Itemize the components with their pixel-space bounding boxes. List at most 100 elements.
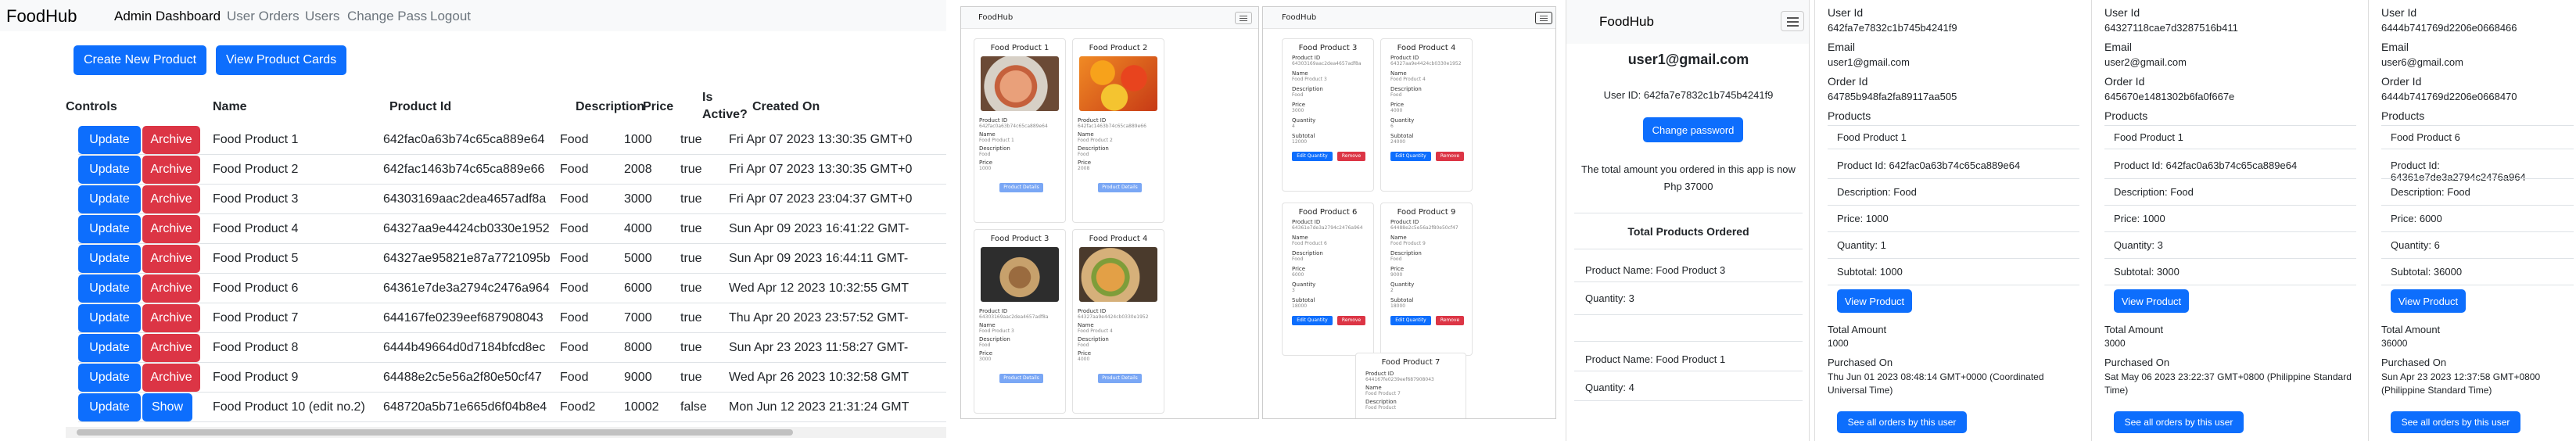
update-button[interactable]: Update (78, 245, 141, 273)
brand-logo[interactable]: FoodHub (6, 6, 77, 27)
desc-value: Food (1390, 92, 1402, 98)
brand-logo[interactable]: FoodHub (978, 13, 1013, 22)
edit-quantity-button[interactable]: Edit Quantity (1390, 152, 1431, 161)
product-cards-panel: FoodHub Food Product 1 Product ID 642fac0a… (960, 6, 1259, 419)
nav-logout[interactable]: Logout (430, 9, 471, 24)
price-value: 3000 (979, 357, 992, 362)
update-button[interactable]: Update (78, 274, 141, 303)
price-label: Price (1390, 102, 1405, 108)
name-label: Name (1390, 70, 1407, 77)
brand-logo[interactable]: FoodHub (1282, 13, 1316, 22)
quantity-text: Quantity: 1 (1837, 239, 1886, 251)
purchased-on-value: Sun Apr 23 2023 12:37:58 GMT+0800 (Phili… (2381, 371, 2541, 396)
brand-logo[interactable]: FoodHub (1599, 14, 1654, 30)
remove-button[interactable]: Remove (1436, 152, 1464, 161)
menu-toggle-icon[interactable] (1781, 11, 1804, 31)
update-button[interactable]: Update (78, 156, 141, 184)
update-button[interactable]: Update (78, 364, 141, 392)
total-amount-label: Total Amount (2381, 324, 2441, 335)
nav-change-pass[interactable]: Change Pass (347, 9, 427, 24)
card-title: Food Product 3 (1298, 44, 1358, 52)
update-button[interactable]: Update (78, 393, 141, 421)
product-image (1079, 56, 1157, 111)
menu-toggle-icon[interactable] (1235, 12, 1252, 24)
archive-button[interactable]: Archive (142, 215, 200, 243)
edit-quantity-button[interactable]: Edit Quantity (1292, 316, 1333, 325)
qty-label: Quantity (1390, 281, 1415, 288)
archive-button[interactable]: Archive (142, 274, 200, 303)
subtotal-value: 24000 (1390, 139, 1406, 145)
user-id-label: User Id (1828, 6, 1864, 19)
update-button[interactable]: Update (78, 185, 141, 213)
description-cell: Food (560, 281, 589, 295)
name-label: Name (1292, 235, 1308, 241)
order-id-value: 6444b741769d2206e0668470 (2381, 91, 2517, 102)
remove-button[interactable]: Remove (1337, 316, 1365, 325)
desc-label: Description (1292, 250, 1323, 256)
email-label: Email (2381, 41, 2409, 53)
product-id-cell: 64303169aac2dea4657adf8a (383, 192, 547, 206)
view-product-button[interactable]: View Product (2114, 289, 2189, 313)
description-cell: Food (560, 163, 589, 176)
subtotal-text: Subtotal: 3000 (2114, 266, 2180, 278)
product-card: Food Product 1 Product ID 642fac0a63b74c65… (974, 38, 1066, 223)
product-name-cell: Food Product 1 (213, 133, 299, 146)
created-on-cell: Fri Apr 07 2023 13:30:35 GMT+0 (729, 163, 913, 176)
remove-button[interactable]: Remove (1337, 152, 1365, 161)
price-value: 4000 (1390, 108, 1403, 113)
archive-button[interactable]: Archive (142, 364, 200, 392)
archive-button[interactable]: Archive (142, 126, 200, 154)
archive-button[interactable]: Archive (142, 245, 200, 273)
show-button[interactable]: Show (142, 393, 192, 421)
user-id-value: 6444b741769d2206e0668466 (2381, 22, 2517, 34)
see-all-orders-button[interactable]: See all orders by this user (2114, 411, 2244, 433)
product-details-button[interactable]: Product Details (999, 374, 1043, 383)
remove-button[interactable]: Remove (1436, 316, 1464, 325)
total-amount-value: 36000 (2381, 338, 2408, 349)
qty-value: 3 (1292, 288, 1295, 293)
desc-value: Food (1390, 256, 1402, 262)
desc-label: Description (979, 336, 1010, 342)
product-details-button[interactable]: Product Details (999, 183, 1043, 192)
archive-button[interactable]: Archive (142, 334, 200, 362)
name-value: Food Product 6 (1292, 241, 1327, 246)
update-button[interactable]: Update (78, 304, 141, 332)
id-label: Product ID (1292, 219, 1321, 225)
horizontal-scrollbar[interactable] (66, 427, 946, 438)
create-new-product-button[interactable]: Create New Product (74, 45, 207, 75)
nav-admin-dashboard[interactable]: Admin Dashboard (114, 9, 221, 24)
product-details-button[interactable]: Product Details (1098, 374, 1142, 383)
change-password-button[interactable]: Change password (1643, 117, 1743, 142)
is-active-cell: true (680, 311, 702, 324)
nav-users[interactable]: Users (305, 9, 339, 24)
archive-button[interactable]: Archive (142, 185, 200, 213)
divider (1574, 400, 1803, 401)
update-button[interactable]: Update (78, 334, 141, 362)
qty-value: 6 (1390, 124, 1394, 129)
edit-quantity-button[interactable]: Edit Quantity (1390, 316, 1431, 325)
see-all-orders-button[interactable]: See all orders by this user (1837, 411, 1967, 433)
id-label: Product ID (1390, 219, 1419, 225)
view-product-cards-button[interactable]: View Product Cards (216, 45, 347, 75)
mini-navbar: FoodHub (961, 7, 1258, 29)
desc-value: Food (1078, 152, 1089, 157)
update-button[interactable]: Update (78, 215, 141, 243)
archive-button[interactable]: Archive (142, 304, 200, 332)
update-button[interactable]: Update (78, 126, 141, 154)
menu-toggle-icon[interactable] (1535, 12, 1552, 24)
divider (1574, 314, 1803, 315)
view-product-button[interactable]: View Product (1837, 289, 1912, 313)
archive-button[interactable]: Archive (142, 156, 200, 184)
nav-user-orders[interactable]: User Orders (227, 9, 300, 24)
edit-quantity-button[interactable]: Edit Quantity (1292, 152, 1333, 161)
scrollbar-thumb[interactable] (77, 429, 793, 436)
view-product-button[interactable]: View Product (2391, 289, 2466, 313)
name-label: Name (979, 322, 996, 328)
total-amount-label: Total Amount (1828, 324, 1887, 335)
divider (2104, 205, 2356, 206)
price-cell: 10002 (624, 400, 659, 414)
product-details-button[interactable]: Product Details (1098, 183, 1142, 192)
see-all-orders-button[interactable]: See all orders by this user (2391, 411, 2520, 433)
total-amount-text: The total amount you ordered in this app… (1581, 163, 1796, 192)
product-name: Food Product 1 (1837, 131, 1907, 143)
